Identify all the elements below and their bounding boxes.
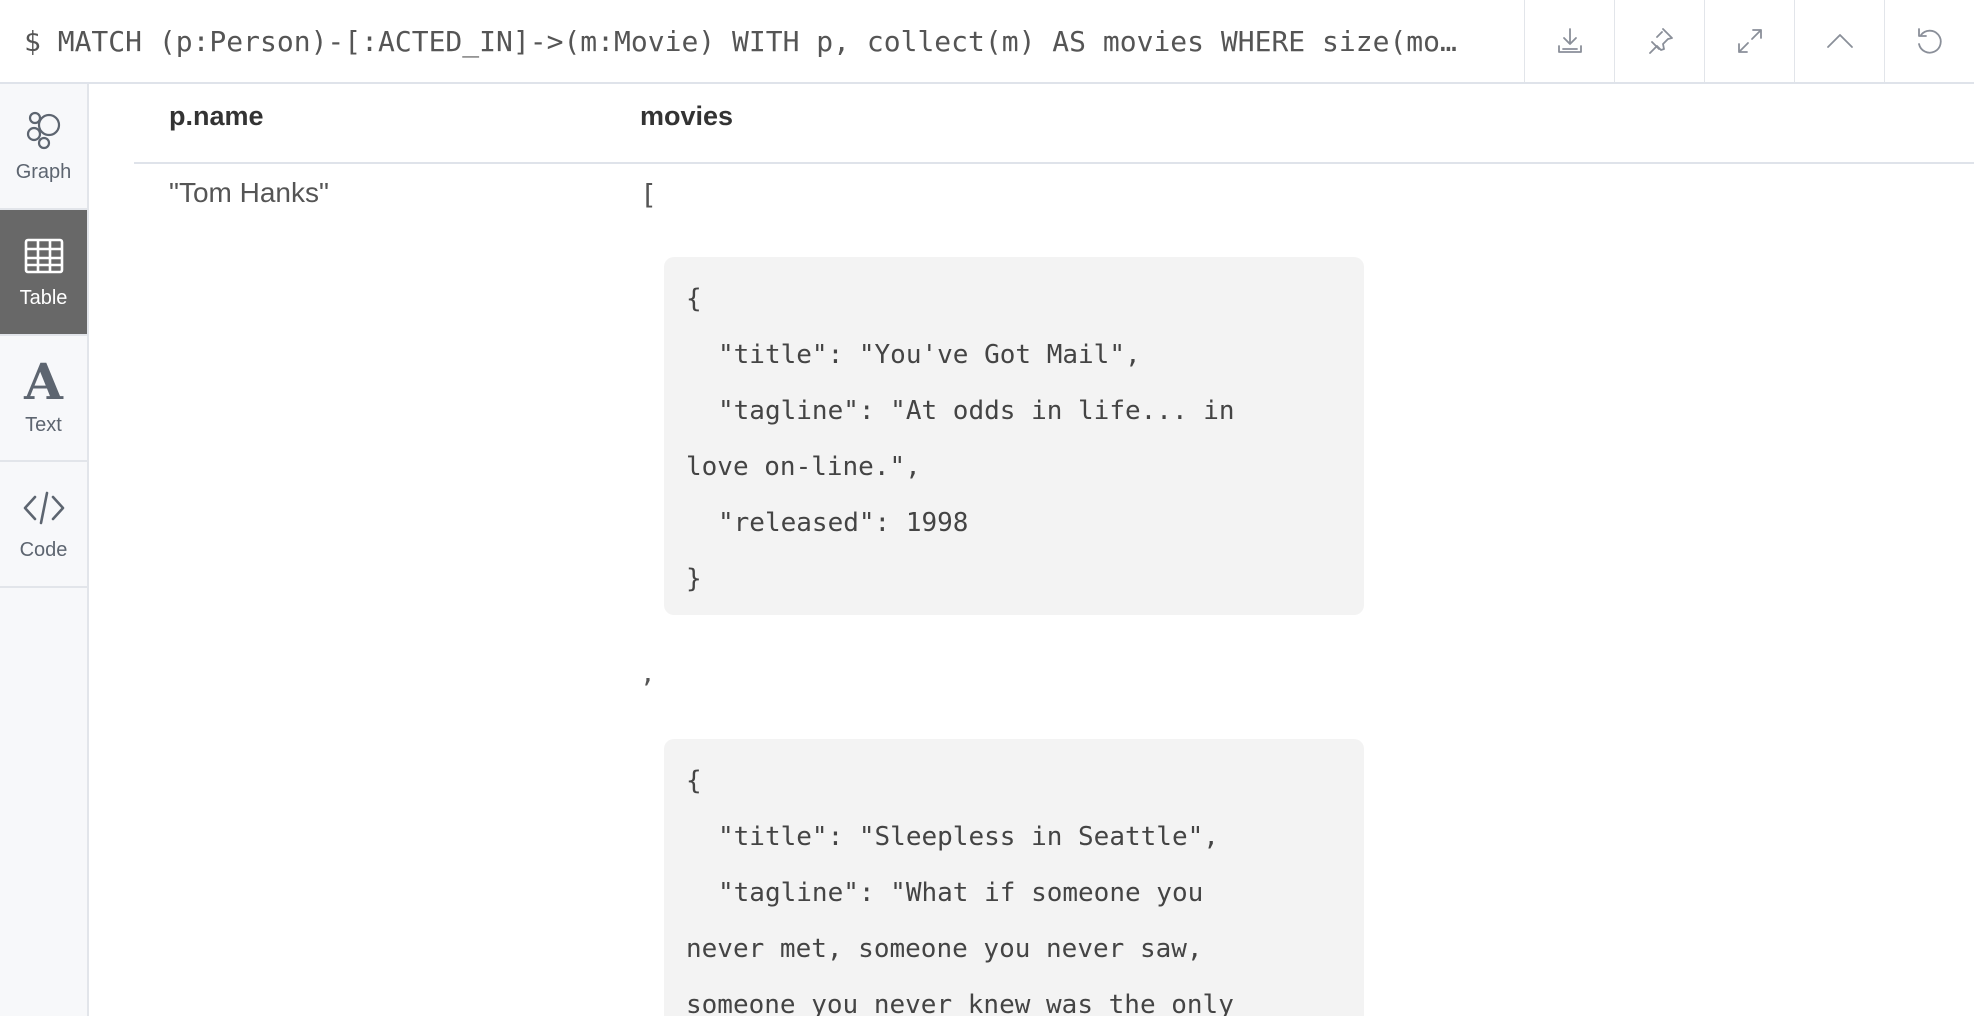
sidebar-item-graph[interactable]: Graph	[0, 84, 87, 210]
json-tagline-line: "tagline": "At odds in life... in	[718, 396, 1235, 426]
json-tagline-line: never met, someone you never saw,	[686, 934, 1203, 964]
json-title-line: "title": "You've Got Mail",	[718, 340, 1141, 370]
sidebar-item-text[interactable]: A Text	[0, 336, 87, 462]
table-header: p.name movies	[134, 84, 1974, 164]
graph-icon	[26, 111, 60, 149]
download-icon	[1557, 28, 1582, 53]
code-icon	[23, 491, 64, 524]
array-open-bracket: [	[640, 178, 657, 211]
movie-object: { "title": "Sleepless in Seattle", "tagl…	[664, 739, 1364, 1016]
json-brace: {	[686, 766, 702, 796]
sidebar-label-graph: Graph	[15, 160, 72, 183]
expand-button[interactable]	[1704, 0, 1794, 82]
sidebar-label-table: Table	[19, 286, 68, 309]
cell-movies: [ { "title": "You've Got Mail", "tagline…	[640, 177, 1540, 1016]
download-button[interactable]	[1524, 0, 1614, 82]
chevron-up-icon	[1826, 34, 1853, 48]
json-brace: }	[686, 564, 702, 594]
column-header-name: p.name	[169, 101, 264, 131]
sidebar-item-code[interactable]: Code	[0, 462, 87, 588]
cell-person-name: "Tom Hanks"	[169, 177, 329, 208]
query-string: $ MATCH (p:Person)-[:ACTED_IN]->(m:Movie…	[24, 24, 1457, 58]
json-title-line: "title": "Sleepless in Seattle",	[718, 822, 1219, 852]
sidebar-item-table[interactable]: Table	[0, 210, 87, 336]
view-sidebar: Graph Table A Text Code	[0, 84, 89, 1016]
collapse-button[interactable]	[1794, 0, 1884, 82]
refresh-button[interactable]	[1884, 0, 1974, 82]
json-tagline-line: someone you never knew was the only	[686, 990, 1234, 1016]
query-text[interactable]: $ MATCH (p:Person)-[:ACTED_IN]->(m:Movie…	[0, 0, 1524, 82]
pin-icon	[1648, 28, 1673, 54]
json-brace: {	[686, 284, 702, 314]
refresh-icon	[1917, 28, 1942, 54]
expand-icon	[1737, 29, 1762, 53]
movie-object: { "title": "You've Got Mail", "tagline":…	[664, 257, 1364, 615]
sidebar-label-code: Code	[19, 538, 68, 561]
json-released-line: "released": 1998	[718, 508, 969, 538]
query-header: $ MATCH (p:Person)-[:ACTED_IN]->(m:Movie…	[0, 0, 1974, 84]
json-tagline-line: "tagline": "What if someone you	[718, 878, 1204, 908]
text-icon: A	[24, 351, 63, 411]
column-header-movies: movies	[640, 101, 734, 131]
table-icon	[24, 238, 63, 273]
pin-button[interactable]	[1614, 0, 1704, 82]
sidebar-label-text: Text	[25, 413, 62, 436]
array-separator: ,	[640, 659, 656, 689]
json-tagline-line: love on-line.",	[686, 452, 921, 482]
result-table: p.name movies "Tom Hanks" [ { "title": "…	[134, 84, 1974, 1016]
